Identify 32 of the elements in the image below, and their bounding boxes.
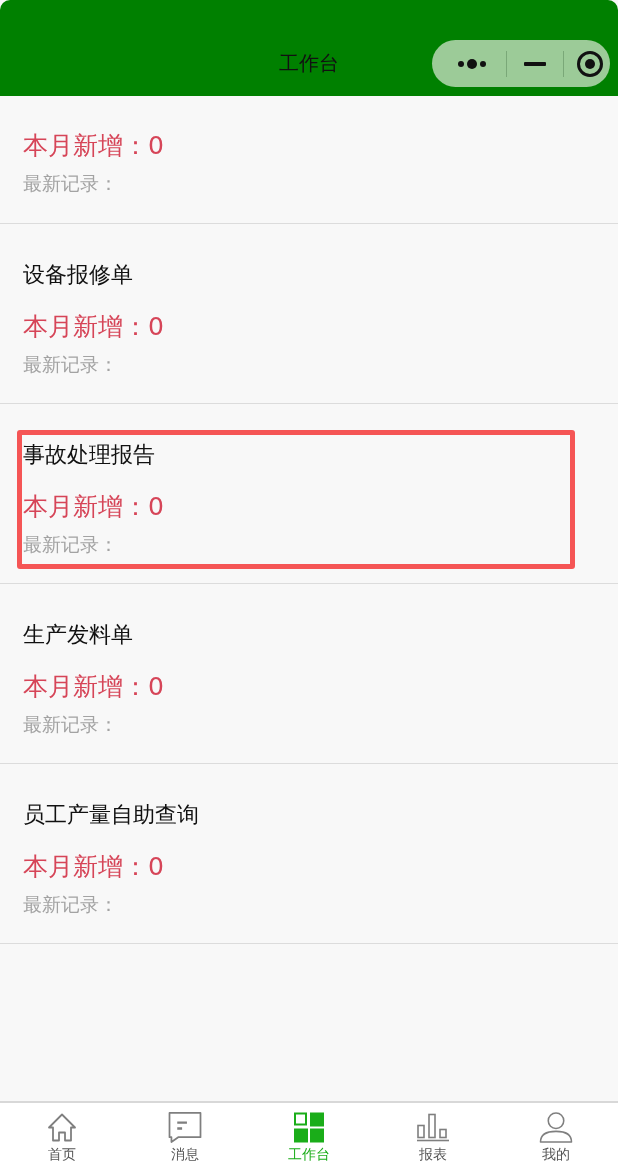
latest-record: 最新记录： — [23, 712, 119, 737]
card-title: 生产发料单 — [23, 621, 134, 649]
latest-record: 最新记录： — [23, 892, 119, 917]
tab-item[interactable]: 我的 — [494, 1103, 618, 1170]
bar-chart-icon — [416, 1112, 449, 1143]
tab-item[interactable]: 消息 — [123, 1103, 248, 1170]
card-title: 员工产量自助查询 — [23, 801, 200, 829]
latest-record: 最新记录： — [23, 532, 119, 557]
more-icon[interactable] — [458, 58, 486, 69]
minimize-icon[interactable] — [524, 61, 546, 66]
card-title: 事故处理报告 — [23, 441, 156, 469]
list-card[interactable]: 设备报修单 本月新增：0 最新记录： — [0, 224, 618, 404]
target-icon[interactable] — [577, 50, 603, 77]
monthly-count: 本月新增：0 — [23, 130, 165, 162]
tab-item[interactable]: 报表 — [370, 1103, 495, 1170]
person-icon — [539, 1112, 574, 1143]
home-icon — [46, 1112, 77, 1143]
monthly-count: 本月新增：0 — [23, 671, 165, 703]
latest-record: 最新记录： — [23, 352, 119, 377]
list-card[interactable]: 事故处理报告 本月新增：0 最新记录： — [0, 404, 618, 584]
monthly-count: 本月新增：0 — [23, 491, 165, 523]
list-card[interactable]: 本月新增：0 最新记录： — [0, 96, 618, 224]
list-card[interactable]: 员工产量自助查询 本月新增：0 最新记录： — [0, 764, 618, 944]
latest-record: 最新记录： — [23, 171, 119, 196]
list-card[interactable]: 生产发料单 本月新增：0 最新记录： — [0, 584, 618, 764]
tab-item[interactable]: 首页 — [0, 1103, 124, 1170]
monthly-count: 本月新增：0 — [23, 851, 165, 883]
card-title: 设备报修单 — [23, 261, 134, 289]
grid-icon — [294, 1112, 324, 1143]
chat-bubble-icon — [168, 1112, 203, 1143]
page-title: 工作台 — [279, 50, 339, 77]
monthly-count: 本月新增：0 — [23, 311, 165, 343]
